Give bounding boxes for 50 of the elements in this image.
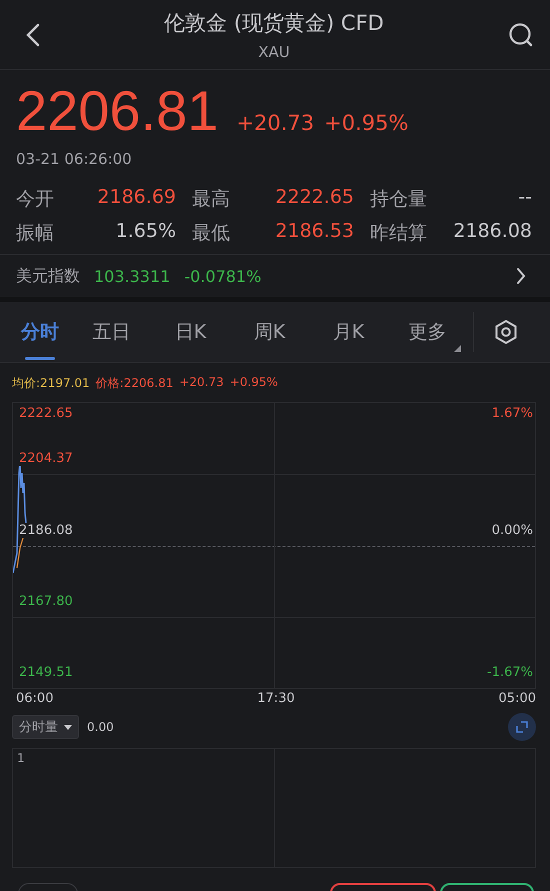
y-axis-percent-label: -1.67% — [487, 665, 533, 680]
stat-value: 2222.65 — [275, 186, 354, 210]
stat-label: 持仓量 — [370, 187, 427, 212]
x-axis-label: 17:30 — [257, 691, 295, 706]
expand-icon — [516, 721, 528, 733]
stat-label: 最低 — [192, 221, 230, 246]
stat-value: 1.65% — [116, 220, 176, 244]
y-axis-percent-label: 1.67% — [492, 406, 533, 421]
period-tab[interactable]: 月K — [309, 302, 388, 362]
chevron-right-icon — [516, 267, 526, 285]
period-tab[interactable]: 五日 — [72, 302, 151, 362]
index-label: 美元指数 — [16, 266, 80, 286]
price-legend: 价格:2206.81 — [96, 375, 174, 392]
average-price-legend: 均价:2197.01 — [12, 375, 90, 392]
y-axis-label: 2186.08 — [19, 522, 73, 538]
stat-label: 振幅 — [16, 221, 54, 246]
stat-value: 2186.69 — [97, 186, 176, 210]
period-tab[interactable]: 周K — [230, 302, 309, 362]
y-axis-label: 2204.37 — [19, 451, 73, 466]
x-axis-label: 06:00 — [16, 691, 54, 706]
period-tab[interactable]: 更多 — [388, 302, 467, 362]
price-change-percent: +0.95% — [324, 111, 408, 135]
stat-value: -- — [518, 186, 532, 210]
caret-icon — [64, 724, 72, 730]
change-percent-legend: +0.95% — [230, 375, 278, 392]
fullscreen-button[interactable] — [508, 713, 536, 741]
index-change: -0.0781% — [184, 266, 262, 286]
x-axis-label: 05:00 — [498, 691, 536, 706]
back-icon — [26, 22, 40, 46]
change-legend: +20.73 — [179, 375, 224, 392]
stat-label: 昨结算 — [370, 221, 427, 246]
volume-selector[interactable]: 分时量 — [12, 715, 79, 739]
volume-value: 0.00 — [87, 720, 114, 734]
instrument-code: XAU — [258, 42, 290, 60]
stat-value: 2186.53 — [275, 220, 354, 244]
instrument-title: 伦敦金 (现货黄金) CFD — [164, 10, 384, 36]
period-tab[interactable]: 日K — [151, 302, 230, 362]
y-axis-percent-label: 0.00% — [492, 522, 533, 538]
period-tab[interactable]: 分时 — [8, 302, 72, 362]
dropdown-corner-icon — [454, 345, 461, 352]
price-change: +20.73 — [236, 111, 314, 135]
stat-value: 2186.08 — [453, 220, 532, 244]
stat-label: 最高 — [192, 187, 230, 212]
last-price: 2206.81 — [16, 78, 218, 144]
search-icon — [508, 22, 534, 48]
quote-time: 03-21 06:26:00 — [16, 150, 133, 168]
volume-scale-label: 1 — [17, 751, 25, 765]
stat-label: 今开 — [16, 187, 54, 212]
settings-icon — [494, 319, 518, 345]
index-value: 103.3311 — [94, 266, 170, 286]
